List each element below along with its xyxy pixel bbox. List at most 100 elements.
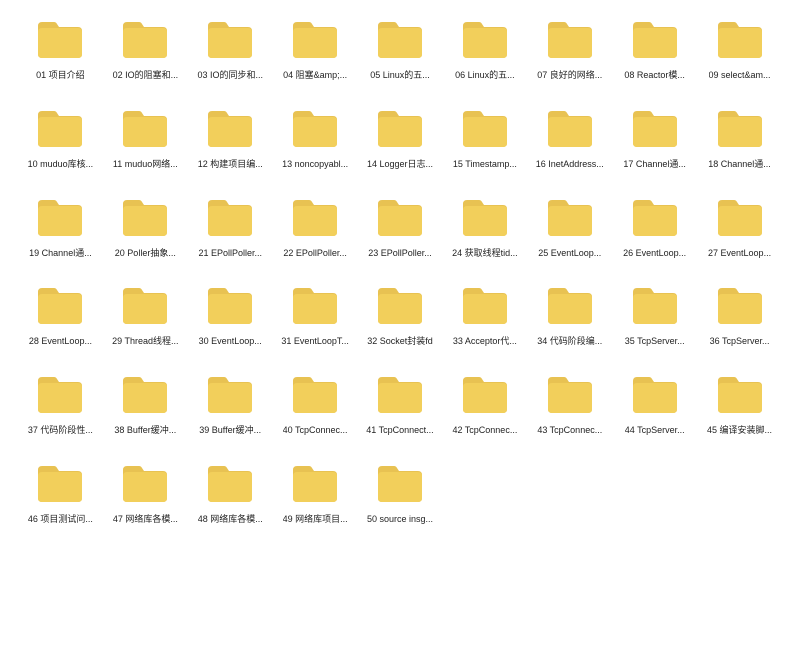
folder-icon bbox=[461, 198, 509, 238]
folder-item[interactable]: 18 Channel通... bbox=[703, 109, 776, 170]
folder-label: 36 TcpServer... bbox=[710, 336, 770, 347]
folder-icon bbox=[36, 198, 84, 238]
folder-label: 06 Linux的五... bbox=[455, 70, 515, 81]
folder-icon bbox=[291, 20, 339, 60]
folder-item[interactable]: 06 Linux的五... bbox=[448, 20, 521, 81]
folder-label: 50 source insg... bbox=[367, 514, 433, 525]
folder-item[interactable]: 13 noncopyabl... bbox=[279, 109, 352, 170]
folder-item[interactable]: 11 muduo网络... bbox=[109, 109, 182, 170]
folder-icon bbox=[716, 375, 764, 415]
folder-icon bbox=[376, 198, 424, 238]
folder-item[interactable]: 49 网络库项目... bbox=[279, 464, 352, 525]
folder-item[interactable]: 21 EPollPoller... bbox=[194, 198, 267, 259]
folder-label: 24 获取线程tid... bbox=[452, 248, 518, 259]
folder-item[interactable]: 29 Thread线程... bbox=[109, 286, 182, 347]
folder-label: 28 EventLoop... bbox=[29, 336, 92, 347]
folder-item[interactable]: 04 阻塞&amp;... bbox=[279, 20, 352, 81]
folder-icon bbox=[631, 286, 679, 326]
folder-icon bbox=[546, 198, 594, 238]
folder-item[interactable]: 38 Buffer缓冲... bbox=[109, 375, 182, 436]
folder-label: 05 Linux的五... bbox=[370, 70, 430, 81]
folder-item[interactable]: 10 muduo库核... bbox=[24, 109, 97, 170]
folder-item[interactable]: 32 Socket封装fd bbox=[364, 286, 437, 347]
folder-icon bbox=[36, 375, 84, 415]
folder-icon bbox=[546, 286, 594, 326]
folder-item[interactable]: 42 TcpConnec... bbox=[448, 375, 521, 436]
folder-item[interactable]: 19 Channel通... bbox=[24, 198, 97, 259]
folder-item[interactable]: 24 获取线程tid... bbox=[448, 198, 521, 259]
folder-label: 43 TcpConnec... bbox=[537, 425, 602, 436]
folder-icon bbox=[121, 464, 169, 504]
folder-label: 39 Buffer缓冲... bbox=[199, 425, 261, 436]
folder-label: 22 EPollPoller... bbox=[283, 248, 347, 259]
folder-item[interactable]: 03 IO的同步和... bbox=[194, 20, 267, 81]
folder-item[interactable]: 20 Poller抽象... bbox=[109, 198, 182, 259]
folder-item[interactable]: 14 Logger日志... bbox=[364, 109, 437, 170]
folder-label: 38 Buffer缓冲... bbox=[114, 425, 176, 436]
folder-icon bbox=[376, 464, 424, 504]
folder-icon bbox=[121, 375, 169, 415]
folder-item[interactable]: 39 Buffer缓冲... bbox=[194, 375, 267, 436]
folder-item[interactable]: 22 EPollPoller... bbox=[279, 198, 352, 259]
folder-item[interactable]: 01 项目介绍 bbox=[24, 20, 97, 81]
folder-label: 23 EPollPoller... bbox=[368, 248, 432, 259]
folder-item[interactable]: 08 Reactor模... bbox=[618, 20, 691, 81]
folder-item[interactable]: 41 TcpConnect... bbox=[364, 375, 437, 436]
folder-item[interactable]: 50 source insg... bbox=[364, 464, 437, 525]
folder-icon bbox=[291, 286, 339, 326]
folder-item[interactable]: 17 Channel通... bbox=[618, 109, 691, 170]
folder-item[interactable]: 47 网络库各模... bbox=[109, 464, 182, 525]
folder-icon bbox=[461, 109, 509, 149]
folder-icon bbox=[121, 198, 169, 238]
folder-label: 33 Acceptor代... bbox=[453, 336, 517, 347]
folder-icon bbox=[121, 20, 169, 60]
folder-label: 31 EventLoopT... bbox=[281, 336, 349, 347]
folder-item[interactable]: 02 IO的阻塞和... bbox=[109, 20, 182, 81]
folder-item[interactable]: 33 Acceptor代... bbox=[448, 286, 521, 347]
folder-label: 32 Socket封装fd bbox=[367, 336, 433, 347]
folder-icon bbox=[291, 198, 339, 238]
folder-item[interactable]: 27 EventLoop... bbox=[703, 198, 776, 259]
folder-label: 10 muduo库核... bbox=[28, 159, 94, 170]
folder-item[interactable]: 31 EventLoopT... bbox=[279, 286, 352, 347]
folder-item[interactable]: 34 代码阶段编... bbox=[533, 286, 606, 347]
folder-icon bbox=[376, 375, 424, 415]
folder-item[interactable]: 36 TcpServer... bbox=[703, 286, 776, 347]
folder-item[interactable]: 26 EventLoop... bbox=[618, 198, 691, 259]
folder-icon bbox=[376, 20, 424, 60]
folder-item[interactable]: 12 构建项目编... bbox=[194, 109, 267, 170]
folder-label: 15 Timestamp... bbox=[453, 159, 517, 170]
folder-item[interactable]: 09 select&am... bbox=[703, 20, 776, 81]
folder-item[interactable]: 40 TcpConnec... bbox=[279, 375, 352, 436]
folder-label: 49 网络库项目... bbox=[283, 514, 348, 525]
folder-item[interactable]: 45 编译安装脚... bbox=[703, 375, 776, 436]
folder-item[interactable]: 48 网络库各模... bbox=[194, 464, 267, 525]
folder-icon bbox=[716, 286, 764, 326]
folder-icon bbox=[121, 286, 169, 326]
folder-item[interactable]: 30 EventLoop... bbox=[194, 286, 267, 347]
folder-item[interactable]: 37 代码阶段性... bbox=[24, 375, 97, 436]
folder-icon bbox=[461, 375, 509, 415]
folder-label: 27 EventLoop... bbox=[708, 248, 771, 259]
folder-label: 40 TcpConnec... bbox=[283, 425, 348, 436]
folder-item[interactable]: 43 TcpConnec... bbox=[533, 375, 606, 436]
folder-item[interactable]: 25 EventLoop... bbox=[533, 198, 606, 259]
folder-label: 20 Poller抽象... bbox=[115, 248, 176, 259]
folder-item[interactable]: 44 TcpServer... bbox=[618, 375, 691, 436]
folder-item[interactable]: 16 InetAddress... bbox=[533, 109, 606, 170]
folder-label: 44 TcpServer... bbox=[625, 425, 685, 436]
folder-label: 11 muduo网络... bbox=[113, 159, 178, 170]
folder-item[interactable]: 28 EventLoop... bbox=[24, 286, 97, 347]
folder-item[interactable]: 05 Linux的五... bbox=[364, 20, 437, 81]
folder-label: 02 IO的阻塞和... bbox=[113, 70, 179, 81]
folder-icon bbox=[716, 20, 764, 60]
folder-item[interactable]: 07 良好的网络... bbox=[533, 20, 606, 81]
folder-item[interactable]: 35 TcpServer... bbox=[618, 286, 691, 347]
folder-label: 47 网络库各模... bbox=[113, 514, 178, 525]
folder-item[interactable]: 15 Timestamp... bbox=[448, 109, 521, 170]
folder-label: 04 阻塞&amp;... bbox=[283, 70, 347, 81]
folder-label: 09 select&am... bbox=[709, 70, 771, 81]
folder-label: 21 EPollPoller... bbox=[198, 248, 262, 259]
folder-item[interactable]: 46 项目测试问... bbox=[24, 464, 97, 525]
folder-item[interactable]: 23 EPollPoller... bbox=[364, 198, 437, 259]
